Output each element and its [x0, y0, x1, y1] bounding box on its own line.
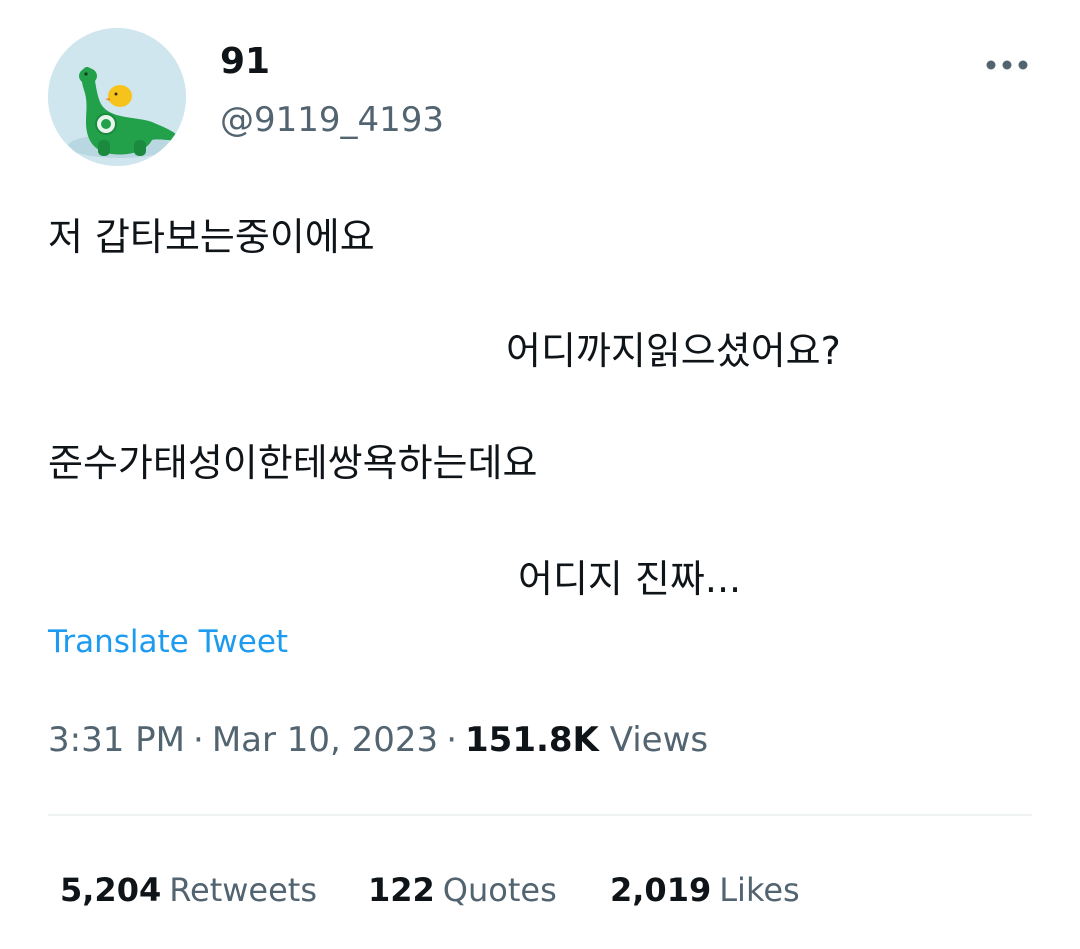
- tweet-text-line: 어디지 진짜...: [518, 557, 742, 601]
- likes-count: 2,019: [610, 871, 712, 909]
- green-dinosaur-plush-icon: [48, 28, 186, 166]
- meta-separator: ·: [446, 720, 457, 760]
- tweet-text-line: 준수가태성이한테쌍욕하는데요: [48, 441, 538, 485]
- tweet-time[interactable]: 3:31 PM: [48, 720, 185, 760]
- retweets-stat[interactable]: 5,204 Retweets: [60, 866, 317, 914]
- views-label: Views: [609, 720, 709, 760]
- display-name[interactable]: 91: [220, 40, 270, 84]
- views-count: 151.8K: [465, 720, 599, 760]
- divider: [48, 814, 1032, 816]
- tweet-metadata: 3:31 PM · Mar 10, 2023 · 151.8K Views: [48, 716, 708, 764]
- tweet-text-line: 어디까지읽으셨어요?: [506, 329, 841, 373]
- quotes-count: 122: [368, 871, 435, 909]
- quotes-stat[interactable]: 122 Quotes: [368, 866, 557, 914]
- more-options-button[interactable]: [976, 44, 1038, 86]
- avatar[interactable]: [48, 28, 186, 166]
- tweet-date[interactable]: Mar 10, 2023: [212, 720, 438, 760]
- tweet-text-line: 저 갑타보는중이에요: [48, 215, 375, 259]
- translate-tweet-link[interactable]: Translate Tweet: [48, 620, 288, 664]
- likes-label: Likes: [719, 871, 800, 909]
- user-handle[interactable]: @9119_4193: [220, 98, 444, 142]
- meta-separator: ·: [193, 720, 204, 760]
- more-dots-icon: [986, 60, 1028, 70]
- retweets-label: Retweets: [169, 871, 318, 909]
- quotes-label: Quotes: [442, 871, 557, 909]
- retweets-count: 5,204: [60, 871, 162, 909]
- likes-stat[interactable]: 2,019 Likes: [610, 866, 800, 914]
